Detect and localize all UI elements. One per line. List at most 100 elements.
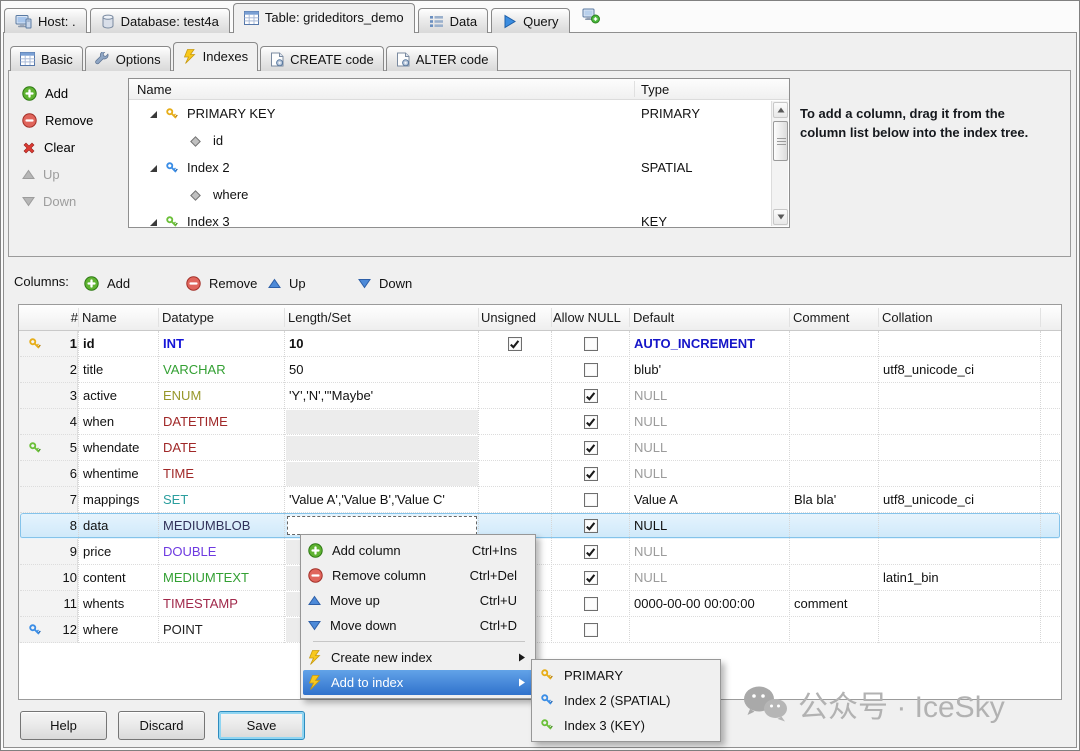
tab-create-code[interactable]: CREATE code (260, 46, 384, 71)
columns-up-button[interactable]: Up (268, 272, 306, 294)
cell-datatype: DOUBLE (163, 539, 283, 565)
new-session-button[interactable] (579, 7, 603, 28)
tab-alter-code[interactable]: ALTER code (386, 46, 499, 71)
menu-item-remove-column[interactable]: Remove columnCtrl+Del (303, 563, 533, 588)
allow-null-checkbox[interactable] (584, 415, 598, 429)
main-tab-host[interactable]: Host: . (4, 8, 87, 33)
header-divider (629, 308, 630, 327)
table-row[interactable]: 6whentimeTIMENULL (20, 461, 1060, 487)
discard-button[interactable]: Discard (118, 711, 205, 740)
column-header-unsigned[interactable]: Unsigned (481, 310, 536, 325)
code-icon (270, 52, 284, 67)
table-row[interactable]: 3activeENUM'Y','N','''Maybe'NULL (20, 383, 1060, 409)
columns-add-button[interactable]: Add (84, 272, 130, 294)
menu-item-move-down[interactable]: Move downCtrl+D (303, 613, 533, 638)
grid-column-line (789, 331, 790, 643)
columns-grid[interactable]: # Name Datatype Length/Set Unsigned Allow NUL… (18, 304, 1062, 700)
help-button[interactable]: Help (20, 711, 107, 740)
tree-scrollbar[interactable] (771, 101, 788, 226)
table-row[interactable]: 10contentMEDIUMTEXTNULLlatin1_bin (20, 565, 1060, 591)
column-header-collation[interactable]: Collation (882, 310, 933, 325)
column-header-default[interactable]: Default (633, 310, 674, 325)
key-blue-icon (165, 161, 180, 176)
menu-item-move-up[interactable]: Move upCtrl+U (303, 588, 533, 613)
menu-item-add-to-index[interactable]: Add to index (303, 670, 533, 695)
tree-row[interactable]: Index 2SPATIAL (129, 155, 770, 182)
submenu-item-index-3-key[interactable]: Index 3 (KEY) (534, 713, 718, 738)
key-blue-icon (540, 693, 555, 708)
columns-remove-button[interactable]: Remove (186, 272, 257, 294)
tree-row[interactable]: where (129, 182, 770, 209)
allow-null-checkbox[interactable] (584, 467, 598, 481)
main-tab-data[interactable]: Data (418, 8, 488, 33)
main-tab-table-grideditors-demo[interactable]: Table: grideditors_demo (233, 3, 415, 33)
tree-row[interactable]: id (129, 128, 770, 155)
table-row[interactable]: 7mappingsSET'Value A','Value B','Value C… (20, 487, 1060, 513)
submenu-item-primary[interactable]: PRIMARY (534, 663, 718, 688)
tree-column-name[interactable]: Name (137, 82, 172, 97)
button-label: Down (379, 276, 412, 291)
table-row[interactable]: 1idINT10AUTO_INCREMENT (20, 331, 1060, 357)
columns-down-button[interactable]: Down (358, 272, 412, 294)
submenu-item-index-2-spatial[interactable]: Index 2 (SPATIAL) (534, 688, 718, 713)
allow-null-checkbox[interactable] (584, 597, 598, 611)
table-row[interactable]: 12wherePOINT (20, 617, 1060, 643)
table-row[interactable]: 5whendateDATENULL (20, 435, 1060, 461)
allow-null-checkbox[interactable] (584, 337, 598, 351)
scrollbar-thumb[interactable] (773, 121, 788, 161)
index-tree[interactable]: Name Type PRIMARY KEYPRIMARYidIndex 2SPA… (128, 78, 790, 228)
column-header-name[interactable]: Name (82, 310, 117, 325)
column-header-datatype[interactable]: Datatype (162, 310, 214, 325)
save-button[interactable]: Save (218, 711, 305, 740)
tree-row[interactable]: Index 3KEY (129, 209, 770, 227)
allow-null-checkbox[interactable] (584, 623, 598, 637)
button-label: Down (43, 194, 76, 209)
main-tab-database-test4a[interactable]: Database: test4a (90, 8, 230, 33)
allow-null-checkbox[interactable] (584, 363, 598, 377)
menu-item-create-new-index[interactable]: Create new index (303, 645, 533, 670)
tab-indexes[interactable]: Indexes (173, 42, 259, 71)
unsigned-checkbox[interactable] (508, 337, 522, 351)
allow-null-checkbox[interactable] (584, 571, 598, 585)
table-row[interactable]: 8dataMEDIUMBLOBNULL (20, 513, 1060, 539)
table-row[interactable]: 2titleVARCHAR50blub'utf8_unicode_ci (20, 357, 1060, 383)
key-yellow-icon (165, 107, 180, 122)
tree-row[interactable]: PRIMARY KEYPRIMARY (129, 101, 770, 128)
allow-null-checkbox[interactable] (584, 493, 598, 507)
column-header-allow-null[interactable]: Allow NULL (553, 310, 621, 325)
cell-default: AUTO_INCREMENT (634, 331, 788, 357)
length-editor-cell[interactable] (287, 516, 477, 535)
tab-basic[interactable]: Basic (10, 46, 83, 71)
table-row[interactable]: 4whenDATETIMENULL (20, 409, 1060, 435)
host-icon (15, 14, 32, 29)
cell-default: NULL (634, 461, 788, 487)
table-row[interactable]: 11whentsTIMESTAMP0000-00-00 00:00:00comm… (20, 591, 1060, 617)
tab-options[interactable]: Options (85, 46, 171, 71)
index-clear-button[interactable]: Clear (22, 134, 93, 161)
scrollbar-up-button[interactable] (773, 102, 788, 118)
allow-null-checkbox[interactable] (584, 441, 598, 455)
allow-null-checkbox[interactable] (584, 389, 598, 403)
menu-item-add-column[interactable]: Add columnCtrl+Ins (303, 538, 533, 563)
scrollbar-down-button[interactable] (773, 209, 788, 225)
tab-label: Database: test4a (121, 14, 219, 29)
submenu-item-label: PRIMARY (564, 668, 623, 683)
column-header-[interactable]: # (66, 310, 78, 325)
column-header-length-set[interactable]: Length/Set (288, 310, 351, 325)
index-remove-button[interactable]: Remove (22, 107, 93, 134)
cell-comment: Bla bla' (794, 487, 877, 513)
cell-datatype: ENUM (163, 383, 283, 409)
index-add-button[interactable]: Add (22, 80, 93, 107)
cell-datatype: MEDIUMTEXT (163, 565, 283, 591)
column-header-comment[interactable]: Comment (793, 310, 849, 325)
header-divider (478, 308, 479, 327)
cell-collation: latin1_bin (883, 565, 1039, 591)
allow-null-checkbox[interactable] (584, 519, 598, 533)
grid-column-line (284, 331, 285, 643)
grid-column-line (878, 331, 879, 643)
main-tab-query[interactable]: Query (491, 8, 569, 33)
menu-separator (313, 641, 525, 642)
tree-column-type[interactable]: Type (641, 82, 669, 97)
table-row[interactable]: 9priceDOUBLENULL (20, 539, 1060, 565)
allow-null-checkbox[interactable] (584, 545, 598, 559)
